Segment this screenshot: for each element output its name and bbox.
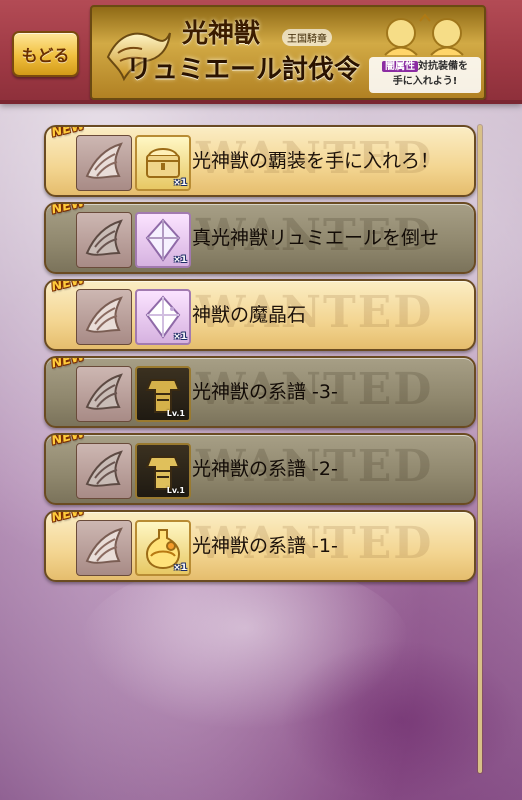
wing-icon	[76, 289, 132, 345]
promo-character-art	[384, 13, 464, 56]
item-level: Lv.1	[166, 409, 185, 418]
banner-title-line1: 光神獣	[182, 19, 261, 49]
crystal-icon: ×1	[135, 212, 191, 268]
wing-icon	[76, 520, 132, 576]
wing-icon	[76, 443, 132, 499]
banner-title-line2: リュミエール討伐令	[126, 55, 361, 85]
quest-title: 光神獣の系譜 -3-	[192, 381, 338, 403]
item-level: Lv.1	[166, 486, 185, 495]
back-button[interactable]: もどる	[12, 31, 79, 77]
armor-icon: Lv.1	[135, 443, 191, 499]
armor-icon: Lv.1	[135, 366, 191, 422]
top-bar: もどる 光神獣 王国騎章 リュミエール討伐令 闇属性 対抗装備を 手に入れよう!	[0, 0, 522, 104]
crystal-icon: ×1	[135, 289, 191, 345]
quest-title: 真光神獣リュミエールを倒せ	[192, 227, 440, 249]
wing-icon	[76, 135, 132, 191]
back-button-label: もどる	[21, 46, 70, 65]
item-quantity: ×1	[173, 178, 187, 188]
item-quantity: ×1	[173, 255, 187, 265]
banner-chapter-tag: 王国騎章	[282, 29, 332, 46]
wing-icon	[76, 366, 132, 422]
wing-icon	[76, 212, 132, 268]
background-shadow	[280, 640, 520, 800]
item-quantity: ×1	[173, 563, 187, 573]
quest-row-6[interactable]: WANTED NEW ×1 光神獣の系譜 -1-	[44, 510, 476, 582]
quest-row-4[interactable]: WANTED NEW Lv.1 光神獣の系譜 -3-	[44, 356, 476, 428]
quest-title: 光神獣の覇装を手に入れろ！	[192, 150, 440, 172]
quest-row-3[interactable]: WANTED NEW ×1 神獣の魔晶石	[44, 279, 476, 351]
promo-line2: 手に入れよう!	[392, 76, 458, 87]
quest-row-2[interactable]: WANTED NEW ×1 真光神獣リュミエールを倒せ	[44, 202, 476, 274]
item-quantity: ×1	[173, 332, 187, 342]
banner-promo: 闇属性 対抗装備を 手に入れよう!	[369, 57, 481, 93]
potion-icon: ×1	[135, 520, 191, 576]
scrollbar[interactable]	[478, 125, 482, 773]
quest-row-5[interactable]: WANTED NEW Lv.1 光神獣の系譜 -2-	[44, 433, 476, 505]
event-banner[interactable]: 光神獣 王国騎章 リュミエール討伐令 闇属性 対抗装備を 手に入れよう!	[90, 5, 486, 100]
quest-row-1[interactable]: WANTED NEW ×1 光神獣の覇装を手に入れろ！	[44, 125, 476, 197]
quest-title: 光神獣の系譜 -2-	[192, 458, 338, 480]
promo-highlight: 闇属性	[382, 61, 418, 72]
promo-line1-rest: 対抗装備を	[418, 61, 468, 72]
quest-title: 光神獣の系譜 -1-	[192, 535, 338, 557]
treasure-chest-icon: ×1	[135, 135, 191, 191]
quest-list: WANTED NEW ×1 光神獣の覇装を手に入れろ！ WANTED NEW ×…	[44, 125, 476, 585]
quest-title: 神獣の魔晶石	[192, 304, 307, 326]
